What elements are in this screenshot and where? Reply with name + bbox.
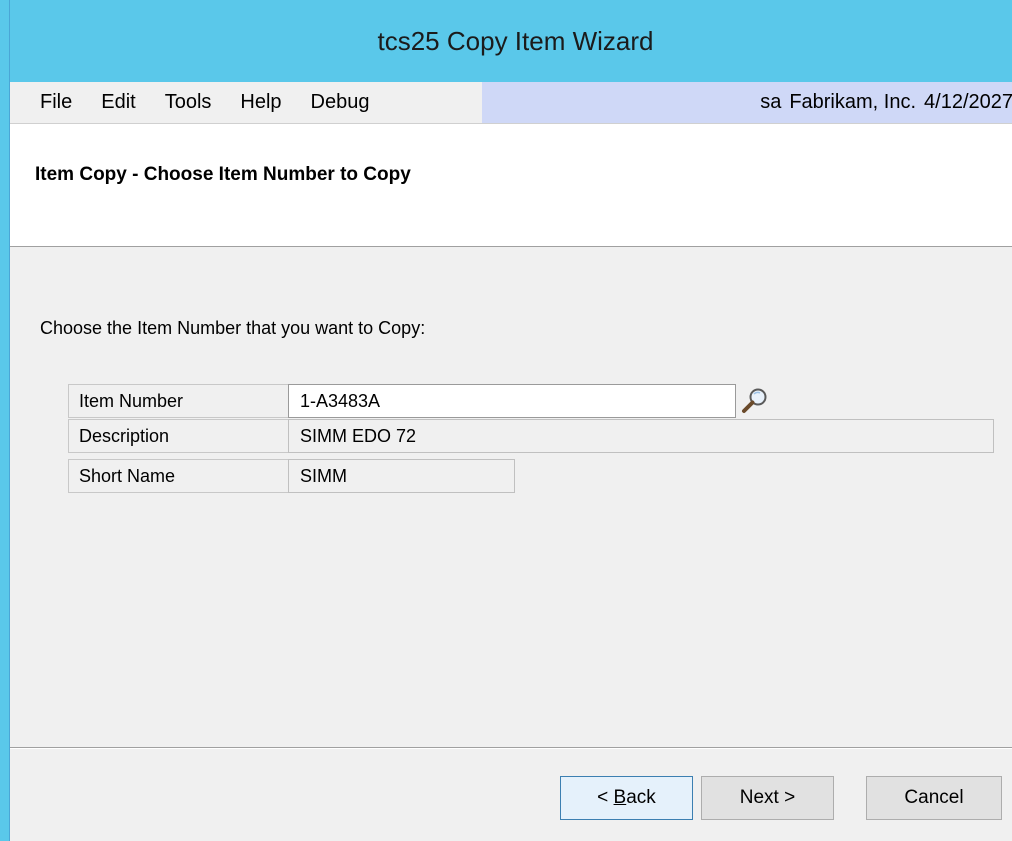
page-title: Item Copy - Choose Item Number to Copy bbox=[35, 164, 411, 185]
window-left-border bbox=[0, 0, 9, 841]
menu-edit[interactable]: Edit bbox=[85, 91, 148, 114]
item-number-label: Item Number bbox=[68, 384, 288, 418]
back-rest: ack bbox=[626, 787, 656, 808]
title-bar: tcs25 Copy Item Wizard bbox=[10, 0, 1012, 82]
wizard-header-panel: Item Copy - Choose Item Number to Copy bbox=[10, 123, 1012, 247]
status-area: sa Fabrikam, Inc. 4/12/2027 bbox=[482, 82, 1012, 123]
status-company: Fabrikam, Inc. bbox=[789, 91, 917, 113]
item-number-input[interactable]: 1-A3483A bbox=[288, 384, 736, 418]
lookup-button[interactable] bbox=[736, 383, 774, 419]
description-value: SIMM EDO 72 bbox=[288, 419, 994, 453]
short-name-label: Short Name bbox=[68, 459, 288, 493]
wizard-window: tcs25 Copy Item Wizard File Edit Tools H… bbox=[9, 0, 1012, 841]
description-label: Description bbox=[68, 419, 288, 453]
magnifier-icon bbox=[742, 388, 767, 413]
status-user: sa bbox=[760, 91, 782, 113]
cancel-button[interactable]: Cancel bbox=[866, 776, 1002, 820]
short-name-value: SIMM bbox=[288, 459, 515, 493]
back-prefix: < bbox=[597, 787, 614, 808]
next-button[interactable]: Next > bbox=[701, 776, 834, 820]
menu-help[interactable]: Help bbox=[224, 91, 294, 114]
status-date: 4/12/2027 bbox=[924, 91, 1012, 113]
menu-bar: File Edit Tools Help Debug sa Fabrikam, … bbox=[10, 82, 1012, 123]
menu-tools[interactable]: Tools bbox=[149, 91, 225, 114]
back-mnemonic: B bbox=[613, 787, 627, 808]
menu-items: File Edit Tools Help Debug bbox=[10, 82, 482, 123]
footer-divider bbox=[10, 747, 1012, 749]
instruction-text: Choose the Item Number that you want to … bbox=[40, 318, 426, 338]
menu-debug[interactable]: Debug bbox=[295, 91, 383, 114]
menu-file[interactable]: File bbox=[10, 91, 85, 114]
window-title: tcs25 Copy Item Wizard bbox=[377, 25, 654, 56]
back-button[interactable]: < Back bbox=[560, 776, 693, 820]
